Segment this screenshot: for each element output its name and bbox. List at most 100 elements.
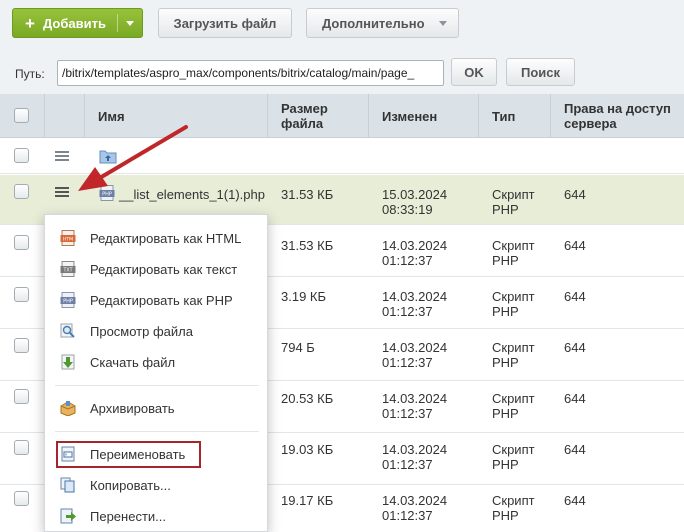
file-type-ext: PHP: [492, 406, 519, 421]
header-menu-cell: [44, 94, 84, 138]
file-rights: 644: [564, 442, 586, 457]
menu-item-label: Редактировать как HTML: [90, 231, 242, 246]
file-rights: 644: [564, 340, 586, 355]
menu-item-label: Редактировать как текст: [90, 262, 238, 277]
file-date: 14.03.2024: [382, 289, 448, 304]
file-size: 794 Б: [281, 340, 315, 355]
file-type: Скрипт: [492, 391, 535, 406]
path-input[interactable]: /bitrix/templates/aspro_max/components/b…: [57, 60, 444, 86]
move-icon: [60, 508, 76, 524]
archive-box-icon: [60, 401, 76, 416]
file-size: 31.53 КБ: [281, 238, 334, 253]
folder-up-icon[interactable]: [99, 148, 117, 164]
more-button-label: Дополнительно: [322, 15, 425, 31]
column-header-type[interactable]: Тип: [478, 94, 550, 138]
column-header-size[interactable]: Размер файла: [267, 94, 368, 138]
add-button[interactable]: + Добавить: [12, 8, 143, 38]
svg-text:PHP: PHP: [102, 192, 112, 198]
upload-file-button[interactable]: Загрузить файл: [158, 8, 292, 38]
file-rights: 644: [564, 391, 586, 406]
column-header-modified-label: Изменен: [382, 108, 438, 124]
menu-item-label: Переименовать: [90, 447, 186, 462]
file-type-ext: PHP: [492, 202, 519, 217]
select-all-checkbox[interactable]: [14, 108, 29, 123]
file-type: Скрипт: [492, 493, 535, 508]
row-checkbox[interactable]: [14, 148, 29, 163]
column-header-rights[interactable]: Права на доступ сервера: [550, 94, 684, 138]
row-checkbox[interactable]: [14, 491, 29, 506]
column-header-type-label: Тип: [492, 108, 516, 124]
menu-item-edit-html[interactable]: HTM Редактировать как HTML: [45, 223, 267, 254]
toolbar: + Добавить Загрузить файл Дополнительно: [0, 0, 684, 50]
menu-item-archive[interactable]: Архивировать: [45, 393, 267, 424]
header-select-all-cell: [0, 94, 44, 138]
svg-text:TXT: TXT: [62, 268, 72, 274]
more-button[interactable]: Дополнительно: [306, 8, 459, 38]
search-button[interactable]: Поиск: [506, 58, 575, 86]
file-context-menu: HTM Редактировать как HTML TXT Редактиро…: [44, 214, 268, 532]
row-checkbox[interactable]: [14, 184, 29, 199]
ok-button[interactable]: OK: [451, 58, 497, 86]
menu-item-edit-php[interactable]: PHP Редактировать как PHP: [45, 285, 267, 316]
svg-text:PHP: PHP: [63, 299, 73, 305]
column-header-name[interactable]: Имя: [84, 94, 267, 138]
php-file-icon: PHP: [60, 292, 76, 308]
chevron-down-icon: [439, 21, 447, 26]
svg-text:HTM: HTM: [63, 237, 73, 243]
menu-item-edit-text[interactable]: TXT Редактировать как текст: [45, 254, 267, 285]
menu-item-rename[interactable]: Переименовать: [45, 439, 267, 470]
add-button-separator: [117, 14, 118, 32]
file-type: Скрипт: [492, 289, 535, 304]
txt-file-icon: TXT: [60, 261, 76, 277]
row-menu-icon[interactable]: [55, 151, 69, 161]
menu-item-download[interactable]: Скачать файл: [45, 347, 267, 378]
menu-item-view-file[interactable]: Просмотр файла: [45, 316, 267, 347]
file-type: Скрипт: [492, 187, 535, 202]
file-time: 01:12:37: [382, 508, 433, 523]
chevron-down-icon[interactable]: [126, 21, 134, 26]
file-type: Скрипт: [492, 442, 535, 457]
file-name-link[interactable]: __list_elements_1(1).php: [119, 187, 265, 202]
row-checkbox[interactable]: [14, 440, 29, 455]
menu-separator: [55, 431, 259, 432]
menu-item-label: Архивировать: [90, 401, 175, 416]
menu-item-label: Скачать файл: [90, 355, 176, 370]
path-label: Путь:: [15, 67, 45, 81]
row-checkbox[interactable]: [14, 287, 29, 302]
file-type-ext: PHP: [492, 253, 519, 268]
file-size: 19.03 КБ: [281, 442, 334, 457]
file-time: 08:33:19: [382, 202, 433, 217]
search-button-label: Поиск: [520, 64, 560, 80]
menu-item-move[interactable]: Перенести...: [45, 501, 267, 532]
upload-file-label: Загрузить файл: [173, 15, 277, 31]
menu-item-label: Копировать...: [90, 478, 171, 493]
path-bar: Путь: /bitrix/templates/aspro_max/compon…: [0, 50, 684, 94]
column-header-modified[interactable]: Изменен: [368, 94, 478, 138]
row-checkbox[interactable]: [14, 235, 29, 250]
file-rights: 644: [564, 493, 586, 508]
file-time: 01:12:37: [382, 406, 433, 421]
add-button-label: Добавить: [43, 15, 106, 31]
file-time: 01:12:37: [382, 457, 433, 472]
row-menu-icon[interactable]: [55, 187, 69, 197]
file-time: 01:12:37: [382, 253, 433, 268]
file-date: 14.03.2024: [382, 391, 448, 406]
file-date: 14.03.2024: [382, 493, 448, 508]
file-type: Скрипт: [492, 238, 535, 253]
file-type: Скрипт: [492, 340, 535, 355]
magnifier-icon: [60, 323, 75, 338]
file-time: 01:12:37: [382, 355, 433, 370]
row-checkbox[interactable]: [14, 338, 29, 353]
file-size: 19.17 КБ: [281, 493, 334, 508]
menu-item-copy[interactable]: Копировать...: [45, 470, 267, 501]
menu-item-label: Редактировать как PHP: [90, 293, 233, 308]
menu-item-label: Перенести...: [90, 509, 166, 524]
file-date: 14.03.2024: [382, 238, 448, 253]
download-icon: [61, 354, 75, 370]
copy-icon: [60, 477, 75, 493]
row-checkbox[interactable]: [14, 389, 29, 404]
file-time: 01:12:37: [382, 304, 433, 319]
rename-icon: [61, 446, 75, 462]
column-header-name-label: Имя: [98, 108, 125, 124]
table-row-parent-folder[interactable]: [0, 139, 684, 174]
